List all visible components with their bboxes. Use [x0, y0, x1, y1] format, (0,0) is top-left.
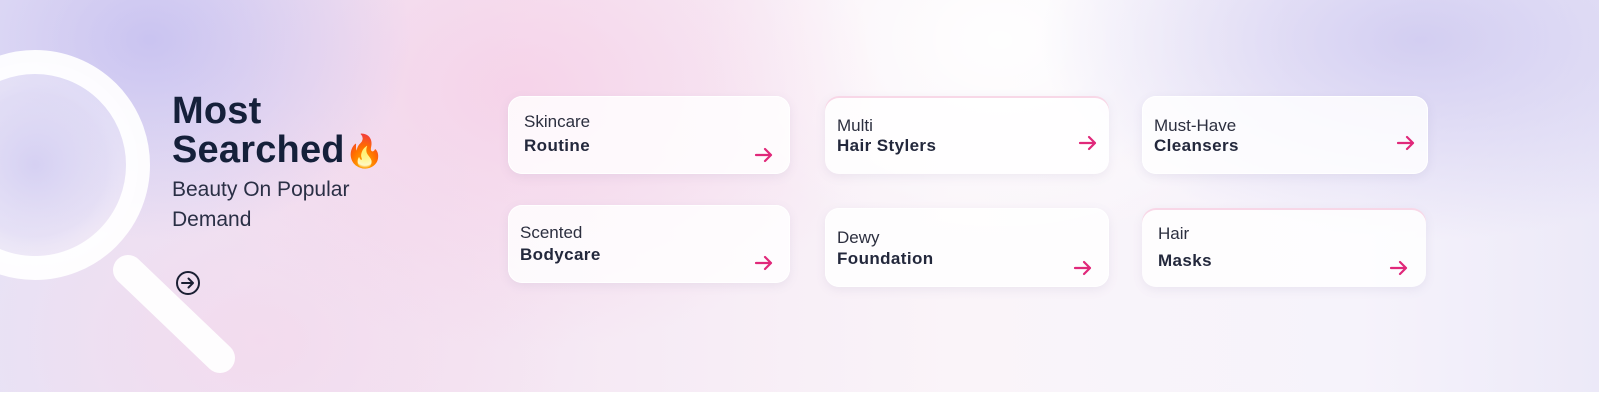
card-line2: Cleansers	[1154, 136, 1239, 155]
card-line1: Scented	[520, 223, 583, 242]
subtitle: Beauty On Popular Demand	[172, 178, 350, 231]
arrow-right-icon	[1078, 135, 1097, 151]
bottom-divider	[0, 392, 1599, 401]
title-word: Searched	[172, 129, 345, 171]
card-line2: Bodycare	[520, 245, 601, 264]
arrow-right-icon	[754, 255, 773, 271]
card-line1: Hair	[1158, 224, 1190, 243]
card-must-have-cleansers[interactable]: Must-Have Cleansers	[1142, 96, 1428, 174]
card-skincare-routine[interactable]: Skincare Routine	[508, 96, 790, 174]
card-hair-masks[interactable]: Hair Masks	[1142, 208, 1426, 287]
card-line2: Foundation	[837, 249, 934, 268]
card-line1: Dewy	[837, 228, 880, 247]
arrow-right-icon	[1073, 260, 1092, 276]
view-all-button[interactable]	[176, 271, 200, 295]
page-title: Most Searched🔥	[172, 92, 472, 171]
arrow-circle-right-icon	[181, 277, 194, 289]
card-line1: Multi	[837, 116, 873, 135]
most-searched-banner: Most Searched🔥 Beauty On Popular Demand …	[0, 0, 1599, 401]
card-line2: Routine	[524, 136, 591, 155]
card-line2: Hair Stylers	[837, 136, 937, 155]
card-line2: Masks	[1158, 251, 1212, 270]
arrow-right-icon	[1396, 135, 1415, 151]
card-line1: Must-Have	[1154, 116, 1237, 135]
title-line-1: Most	[172, 90, 262, 132]
title-line-2: Searched🔥	[172, 131, 472, 171]
headline: Most Searched🔥 Beauty On Popular Demand	[172, 92, 472, 235]
card-scented-bodycare[interactable]: Scented Bodycare	[508, 205, 790, 283]
fire-icon: 🔥	[344, 132, 385, 170]
card-multi-hair-stylers[interactable]: Multi Hair Stylers	[825, 96, 1109, 174]
card-line1: Skincare	[524, 112, 591, 131]
card-dewy-foundation[interactable]: Dewy Foundation	[825, 208, 1109, 287]
arrow-right-icon	[754, 147, 773, 163]
arrow-right-icon	[1389, 260, 1408, 276]
